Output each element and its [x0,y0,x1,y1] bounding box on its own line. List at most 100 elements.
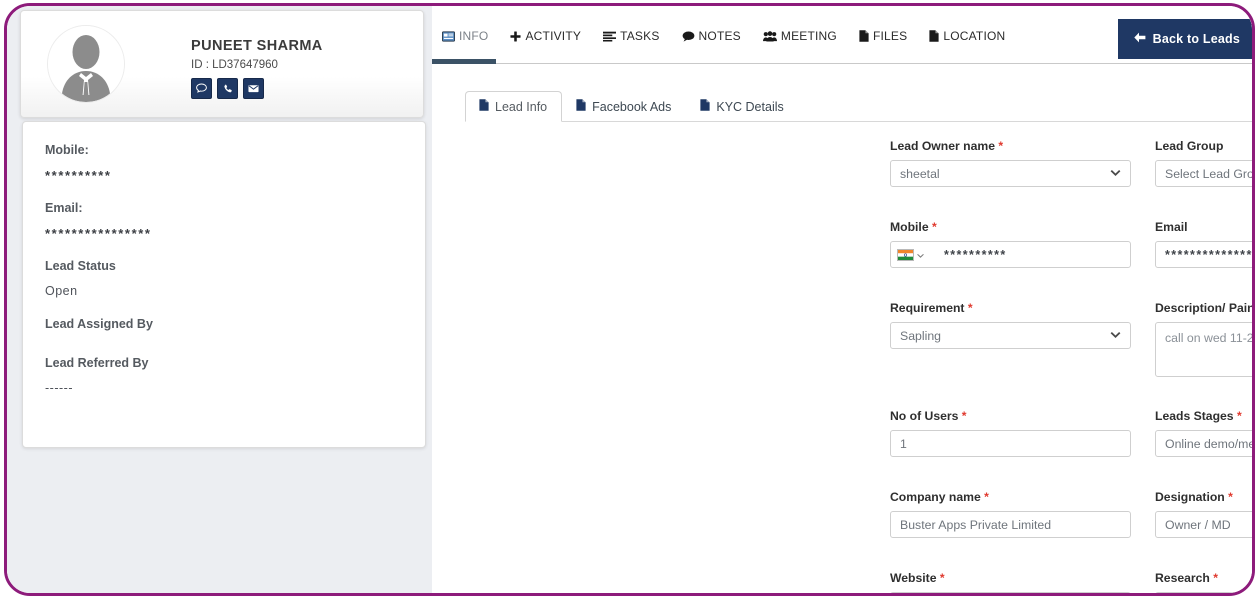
field-description-pain-point: Description/ Pain Point * call on wed 11-… [1155,301,1252,397]
subtab-label: Facebook Ads [592,99,672,114]
required-indicator: * [931,220,937,234]
detail-value: **************** [45,226,152,241]
profile-name: PUNEET SHARMA [191,38,323,54]
required-indicator: * [1213,571,1219,585]
detail-mobile: Mobile: ********** [45,142,403,184]
field-lead-owner-name: Lead Owner name * sheetal [890,139,1155,187]
field-value: ********** [944,247,1007,262]
form-row: Company name * Buster Apps Private Limite… [890,490,1252,538]
comment-icon [682,31,695,42]
field-label: Leads Stages * [1155,409,1242,423]
field-website: Website * www.busterapps.com [890,571,1155,593]
arrow-left-icon [1133,32,1146,46]
active-tab-indicator [432,59,496,64]
phone-icon [222,83,234,95]
back-to-leads-label: Back to Leads [1152,32,1240,46]
required-indicator: * [939,571,945,585]
field-value: Sapling [900,328,942,343]
field-requirement: Requirement * Sapling [890,301,1155,397]
file-icon [576,99,586,114]
company-name-input[interactable]: Buster Apps Private Limited [890,511,1131,538]
subtab-facebook-ads[interactable]: Facebook Ads [562,91,686,122]
lead-group-select[interactable]: Select Lead Group [1155,160,1252,187]
field-value: Buster Apps Private Limited [900,517,1052,532]
field-value: sheetal [900,166,940,181]
nav-item-activity[interactable]: ACTIVITY [504,26,597,46]
field-label: Website * [890,571,945,585]
field-label: Requirement * [890,301,973,315]
field-research: Research * nill [1155,571,1252,593]
form-row: Requirement * Sapling Description/ Pain Po… [890,301,1252,397]
subtab-label: Lead Info [495,99,548,114]
email-button[interactable] [243,78,264,99]
nav-item-label: INFO [459,29,489,43]
field-value: Owner / MD [1165,517,1231,532]
info-card-icon [442,30,455,42]
form-row: Lead Owner name * sheetal Lead Group Select… [890,139,1252,187]
avatar [47,25,125,103]
field-mobile: Mobile * ********** [890,220,1155,268]
detail-lead-status: Lead Status Open [45,258,403,300]
field-leads-stages: Leads Stages * Online demo/meeting schedu… [1155,409,1252,457]
required-indicator: * [998,139,1004,153]
lead-owner-name-select[interactable]: sheetal [890,160,1131,187]
nav-item-location[interactable]: LOCATION [923,26,1021,46]
back-to-leads-button[interactable]: Back to Leads [1117,19,1252,59]
subtab-kyc-details[interactable]: KYC Details [686,91,798,122]
form-row: Website * www.busterapps.com Research * nil… [890,571,1252,593]
nav-item-label: ACTIVITY [525,29,582,43]
email-input[interactable]: **************** [1155,241,1252,268]
file-icon [479,99,489,114]
designation-select[interactable]: Owner / MD [1155,511,1252,538]
research-input[interactable]: nill [1155,592,1252,593]
field-label: Research * [1155,571,1219,585]
users-icon [762,30,777,42]
field-label: Description/ Pain Point * [1155,301,1252,315]
detail-label: Lead Status [45,259,116,273]
no-of-users-input[interactable]: 1 [890,430,1131,457]
subtab-list: Lead Info Facebook Ads KYC Details [465,91,799,122]
description-pain-point-textarea[interactable]: call on wed 11-2pm [1155,322,1252,377]
plus-icon [510,30,522,42]
required-indicator: * [961,409,967,423]
nav-item-label: LOCATION [943,29,1006,43]
detail-label: Lead Assigned By [45,317,153,331]
main-content: INFO ACTIVITY TASKS NOTES MEETING FILES … [432,6,1252,593]
profile-id: ID : LD37647960 [191,59,278,71]
chevron-down-icon [917,248,924,262]
website-input[interactable]: www.busterapps.com [890,592,1131,593]
contact-actions [191,78,411,99]
chat-button[interactable] [191,78,212,99]
detail-lead-assigned-by: Lead Assigned By [45,316,403,333]
field-email: Email **************** [1155,220,1252,268]
nav-item-label: FILES [872,29,908,43]
requirement-select[interactable]: Sapling [890,322,1131,349]
detail-lead-referred-by: Lead Referred By ------ [45,355,403,397]
lead-sidebar: PUNEET SHARMA ID : LD37647960 Mobile: **… [7,6,432,593]
lead-info-form: Lead Owner name * sheetal Lead Group Select… [890,139,1252,593]
call-button[interactable] [217,78,238,99]
nav-item-notes[interactable]: NOTES [676,26,757,46]
nav-item-label: TASKS [620,29,660,43]
country-flag-selector[interactable] [897,248,924,262]
field-value: 1 [900,436,907,451]
field-value: **************** [1165,247,1252,262]
field-value: Online demo/meeting scheduled [1165,436,1252,451]
nav-item-meeting[interactable]: MEETING [757,26,853,46]
nav-item-files[interactable]: FILES [853,26,923,46]
india-flag-icon [897,248,914,261]
nav-item-info[interactable]: INFO [436,26,504,46]
nav-item-tasks[interactable]: TASKS [597,26,675,46]
mobile-input[interactable]: ********** [890,241,1131,268]
file-icon [700,99,710,114]
detail-label: Lead Referred By [45,356,149,370]
field-label: Lead Owner name * [890,139,1004,153]
leads-stages-select[interactable]: Online demo/meeting scheduled [1155,430,1252,457]
file-icon [929,30,939,42]
field-value: Select Lead Group [1165,166,1252,181]
field-label: Mobile * [890,220,937,234]
required-indicator: * [984,490,989,504]
field-company-name: Company name * Buster Apps Private Limite… [890,490,1155,538]
subtab-lead-info[interactable]: Lead Info [465,91,563,122]
field-label: Lead Group [1155,139,1224,153]
